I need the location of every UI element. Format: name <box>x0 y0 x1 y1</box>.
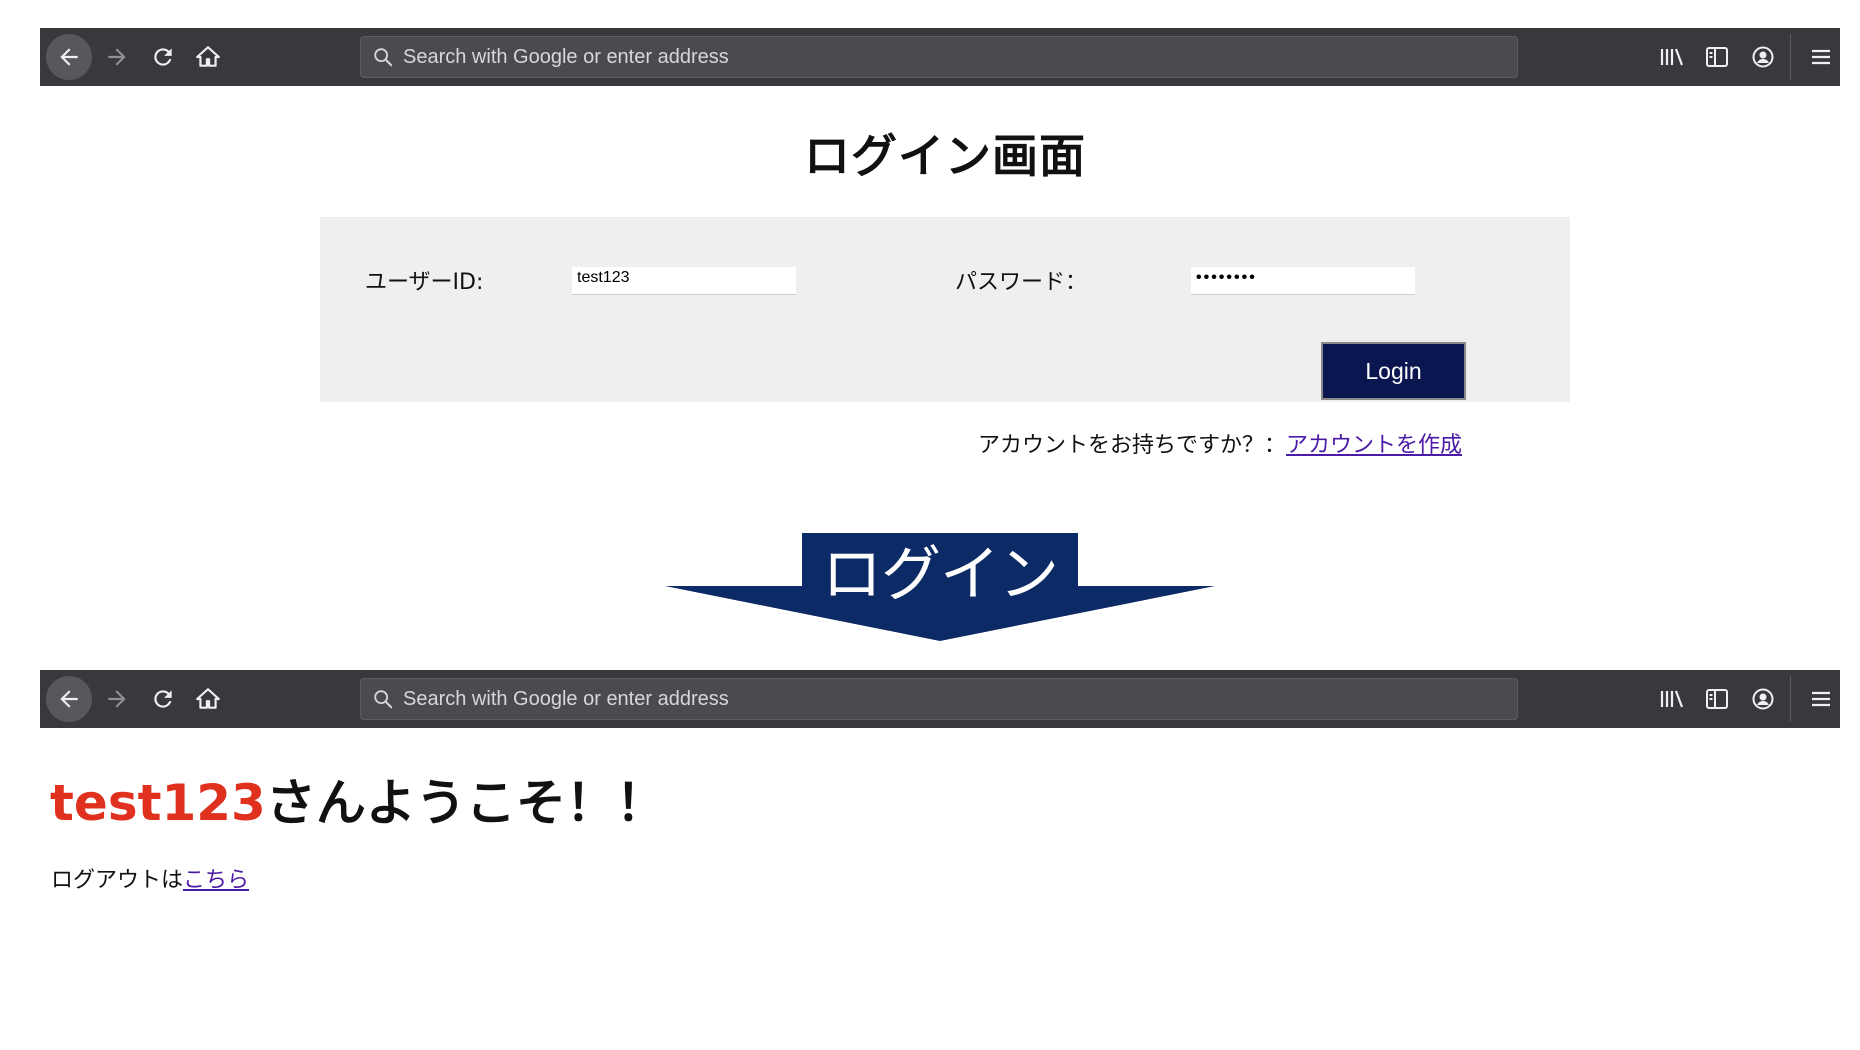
sidebar-icon[interactable] <box>1702 42 1732 72</box>
browser-toolbar-top: Search with Google or enter address <box>40 28 1840 86</box>
address-placeholder: Search with Google or enter address <box>403 687 729 710</box>
signup-prompt-line: アカウントをお持ちですか？：アカウントを作成 <box>978 427 1462 459</box>
logout-link[interactable]: こちら <box>183 868 249 893</box>
browser-toolbar-bottom: Search with Google or enter address <box>40 670 1840 728</box>
search-icon <box>369 43 397 71</box>
hamburger-menu-icon[interactable] <box>1806 684 1836 714</box>
address-bar[interactable]: Search with Google or enter address <box>360 678 1518 720</box>
login-form-panel: ユーザーID: test123 パスワード： •••••••• Login <box>320 217 1570 402</box>
password-label: パスワード： <box>955 270 1088 295</box>
login-page-title: ログイン画面 <box>804 129 1086 183</box>
account-icon[interactable] <box>1748 684 1778 714</box>
reload-icon <box>154 690 172 708</box>
user-id-label: ユーザーID: <box>365 270 484 295</box>
signup-prompt-text: アカウントをお持ちですか？： <box>978 433 1287 458</box>
reload-button[interactable] <box>146 682 180 716</box>
reload-button[interactable] <box>146 40 180 74</box>
forward-button[interactable] <box>100 40 134 74</box>
create-account-link[interactable]: アカウントを作成 <box>1286 433 1462 458</box>
back-button[interactable] <box>46 676 92 722</box>
back-icon <box>60 48 78 66</box>
account-icon[interactable] <box>1748 42 1778 72</box>
transition-label: ログイン <box>822 540 1059 610</box>
sidebar-icon[interactable] <box>1702 684 1732 714</box>
welcome-greeting: さんようこそ！！ <box>265 774 666 832</box>
search-icon <box>369 685 397 713</box>
login-transition-arrow: ログイン <box>665 533 1215 641</box>
address-bar[interactable]: Search with Google or enter address <box>360 36 1518 78</box>
logout-line: ログアウトはこちら <box>51 862 249 894</box>
forward-button[interactable] <box>100 682 134 716</box>
home-icon <box>196 46 220 67</box>
user-id-input[interactable]: test123 <box>572 267 796 295</box>
back-icon <box>60 690 78 708</box>
address-placeholder: Search with Google or enter address <box>403 45 729 68</box>
forward-icon <box>108 690 126 708</box>
hamburger-menu-icon[interactable] <box>1806 42 1836 72</box>
toolbar-divider <box>1790 676 1791 722</box>
forward-icon <box>108 48 126 66</box>
back-button[interactable] <box>46 34 92 80</box>
home-button[interactable] <box>191 682 225 716</box>
welcome-username: test123 <box>50 774 266 832</box>
reload-icon <box>154 48 172 66</box>
library-icon[interactable] <box>1657 42 1687 72</box>
library-icon[interactable] <box>1657 684 1687 714</box>
toolbar-divider <box>1790 34 1791 80</box>
login-button[interactable]: Login <box>1321 342 1466 400</box>
logout-prompt: ログアウトは <box>51 868 184 893</box>
home-button[interactable] <box>191 40 225 74</box>
home-icon <box>196 688 220 709</box>
welcome-heading: test123さんようこそ！！ <box>50 763 666 835</box>
password-input[interactable]: •••••••• <box>1191 267 1415 295</box>
